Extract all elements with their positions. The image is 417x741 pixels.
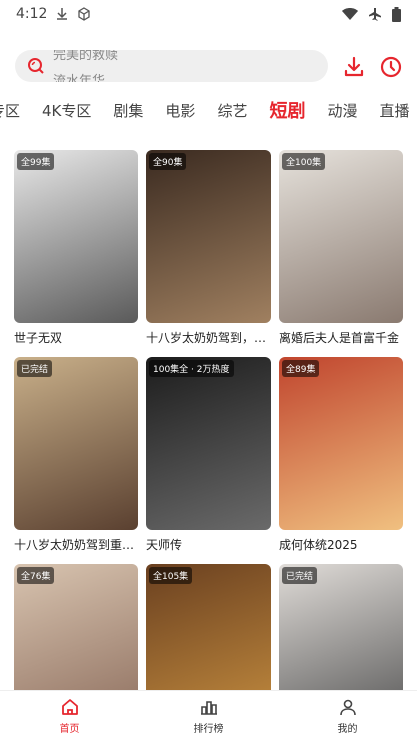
episode-badge: 100集全 · 2万热度	[149, 360, 234, 377]
status-time: 4:12	[16, 6, 48, 22]
bottom-nav: 首页 排行榜 我的	[0, 690, 417, 741]
search-row: 完美的救赎 流水年华	[0, 50, 417, 84]
search-input[interactable]: 完美的救赎 流水年华	[15, 50, 328, 82]
search-hint: 流水年华	[53, 74, 106, 82]
tab-variety[interactable]: 综艺	[217, 100, 247, 121]
tab-short-drama[interactable]: 短剧	[269, 97, 305, 123]
tab-4k-zone[interactable]: 4K专区	[42, 100, 91, 121]
nav-home[interactable]: 首页	[0, 691, 139, 741]
tab-anime[interactable]: 动漫	[327, 100, 357, 121]
tab-zone[interactable]: 专区	[0, 100, 20, 121]
poster-image: 全99集	[14, 150, 138, 323]
download-status-icon	[57, 8, 68, 20]
drama-card[interactable]: 全89集 成何体统2025	[279, 357, 403, 564]
battery-icon	[392, 6, 401, 22]
nav-ranking[interactable]: 排行榜	[139, 691, 278, 741]
search-icon	[28, 58, 44, 74]
drama-card[interactable]: 100集全 · 2万热度 天师传	[146, 357, 271, 564]
nav-profile-label: 我的	[337, 724, 358, 735]
home-icon	[61, 699, 78, 715]
ranking-icon	[200, 701, 217, 715]
poster-image: 100集全 · 2万热度	[146, 357, 271, 530]
nav-home-label: 首页	[59, 724, 80, 735]
episode-badge: 全76集	[17, 567, 55, 584]
drama-title: 十八岁太奶奶驾到，…	[146, 331, 267, 345]
profile-icon	[339, 699, 356, 716]
tab-movies[interactable]: 电影	[165, 100, 195, 121]
episode-badge: 全100集	[282, 153, 326, 170]
poster-image: 全100集	[279, 150, 403, 323]
episode-badge: 已完结	[17, 360, 53, 377]
episode-badge: 全105集	[149, 567, 193, 584]
drama-title: 离婚后夫人是首富千金	[279, 331, 400, 345]
poster-image: 全90集	[146, 150, 271, 323]
drama-grid: 全99集 世子无双 全90集 十八岁太奶奶驾到，… 全100集 离婚后夫人是首富…	[14, 150, 406, 741]
nav-profile[interactable]: 我的	[278, 691, 417, 741]
category-tabs: 专区 4K专区 剧集 电影 综艺 短剧 动漫 直播	[0, 96, 417, 124]
tab-live[interactable]: 直播	[379, 100, 409, 121]
download-icon[interactable]	[342, 55, 366, 79]
episode-badge: 已完结	[282, 567, 318, 584]
search-hint: 完美的救赎	[53, 50, 119, 63]
drama-title: 天师传	[146, 538, 183, 552]
airplane-icon	[369, 8, 381, 21]
episode-badge: 全89集	[282, 360, 320, 377]
episode-badge: 全90集	[149, 153, 187, 170]
episode-badge: 全99集	[17, 153, 55, 170]
drama-title: 成何体统2025	[279, 538, 358, 552]
drama-card[interactable]: 已完结 十八岁太奶奶驾到重…	[14, 357, 138, 564]
poster-image: 已完结	[14, 357, 138, 530]
poster-image: 全89集	[279, 357, 403, 530]
drama-card[interactable]: 全99集 世子无双	[14, 150, 138, 357]
wifi-icon	[342, 8, 358, 20]
drama-card[interactable]: 全90集 十八岁太奶奶驾到，…	[146, 150, 271, 357]
history-icon[interactable]	[379, 55, 403, 79]
status-bar: 4:12	[0, 0, 417, 28]
drama-title: 十八岁太奶奶驾到重…	[14, 538, 135, 552]
tab-series[interactable]: 剧集	[113, 100, 143, 121]
cube-status-icon	[78, 7, 91, 21]
drama-card[interactable]: 全100集 离婚后夫人是首富千金	[279, 150, 403, 357]
nav-ranking-label: 排行榜	[193, 724, 224, 735]
drama-title: 世子无双	[14, 331, 63, 345]
